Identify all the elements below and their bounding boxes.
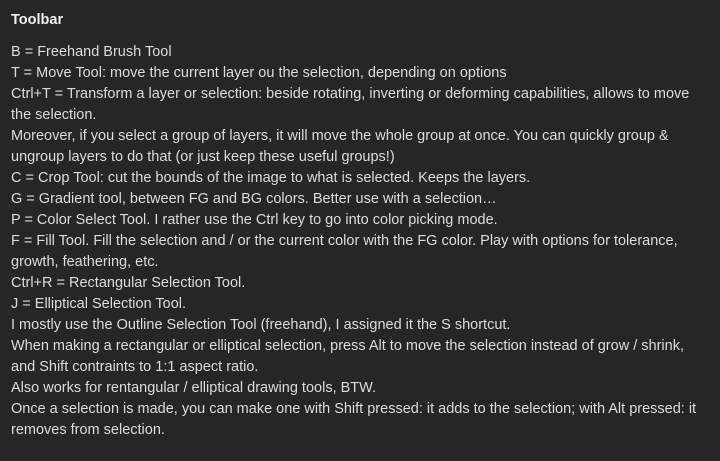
shortcut-line: P = Color Select Tool. I rather use the … bbox=[11, 212, 498, 228]
shortcut-list: B = Freehand Brush Tool T = Move Tool: m… bbox=[11, 42, 710, 441]
shortcut-line: B = Freehand Brush Tool bbox=[11, 44, 172, 60]
shortcut-line: F = Fill Tool. Fill the selection and / … bbox=[11, 233, 678, 270]
shortcut-line: C = Crop Tool: cut the bounds of the ima… bbox=[11, 170, 531, 186]
shortcut-line: T = Move Tool: move the current layer ou… bbox=[11, 65, 507, 81]
document-body: Toolbar B = Freehand Brush Tool T = Move… bbox=[0, 0, 720, 461]
section-heading: Toolbar bbox=[11, 12, 64, 28]
shortcut-line: Moreover, if you select a group of layer… bbox=[11, 128, 669, 165]
shortcut-line: When making a rectangular or elliptical … bbox=[11, 338, 684, 375]
shortcut-line: J = Elliptical Selection Tool. bbox=[11, 296, 187, 312]
shortcut-line: G = Gradient tool, between FG and BG col… bbox=[11, 191, 497, 207]
shortcut-line: Also works for rentangular / elliptical … bbox=[11, 380, 377, 396]
shortcut-line: I mostly use the Outline Selection Tool … bbox=[11, 317, 511, 333]
shortcut-line: Ctrl+T = Transform a layer or selection:… bbox=[11, 86, 690, 123]
shortcut-line: Once a selection is made, you can make o… bbox=[11, 401, 697, 438]
shortcut-line: Ctrl+R = Rectangular Selection Tool. bbox=[11, 275, 246, 291]
